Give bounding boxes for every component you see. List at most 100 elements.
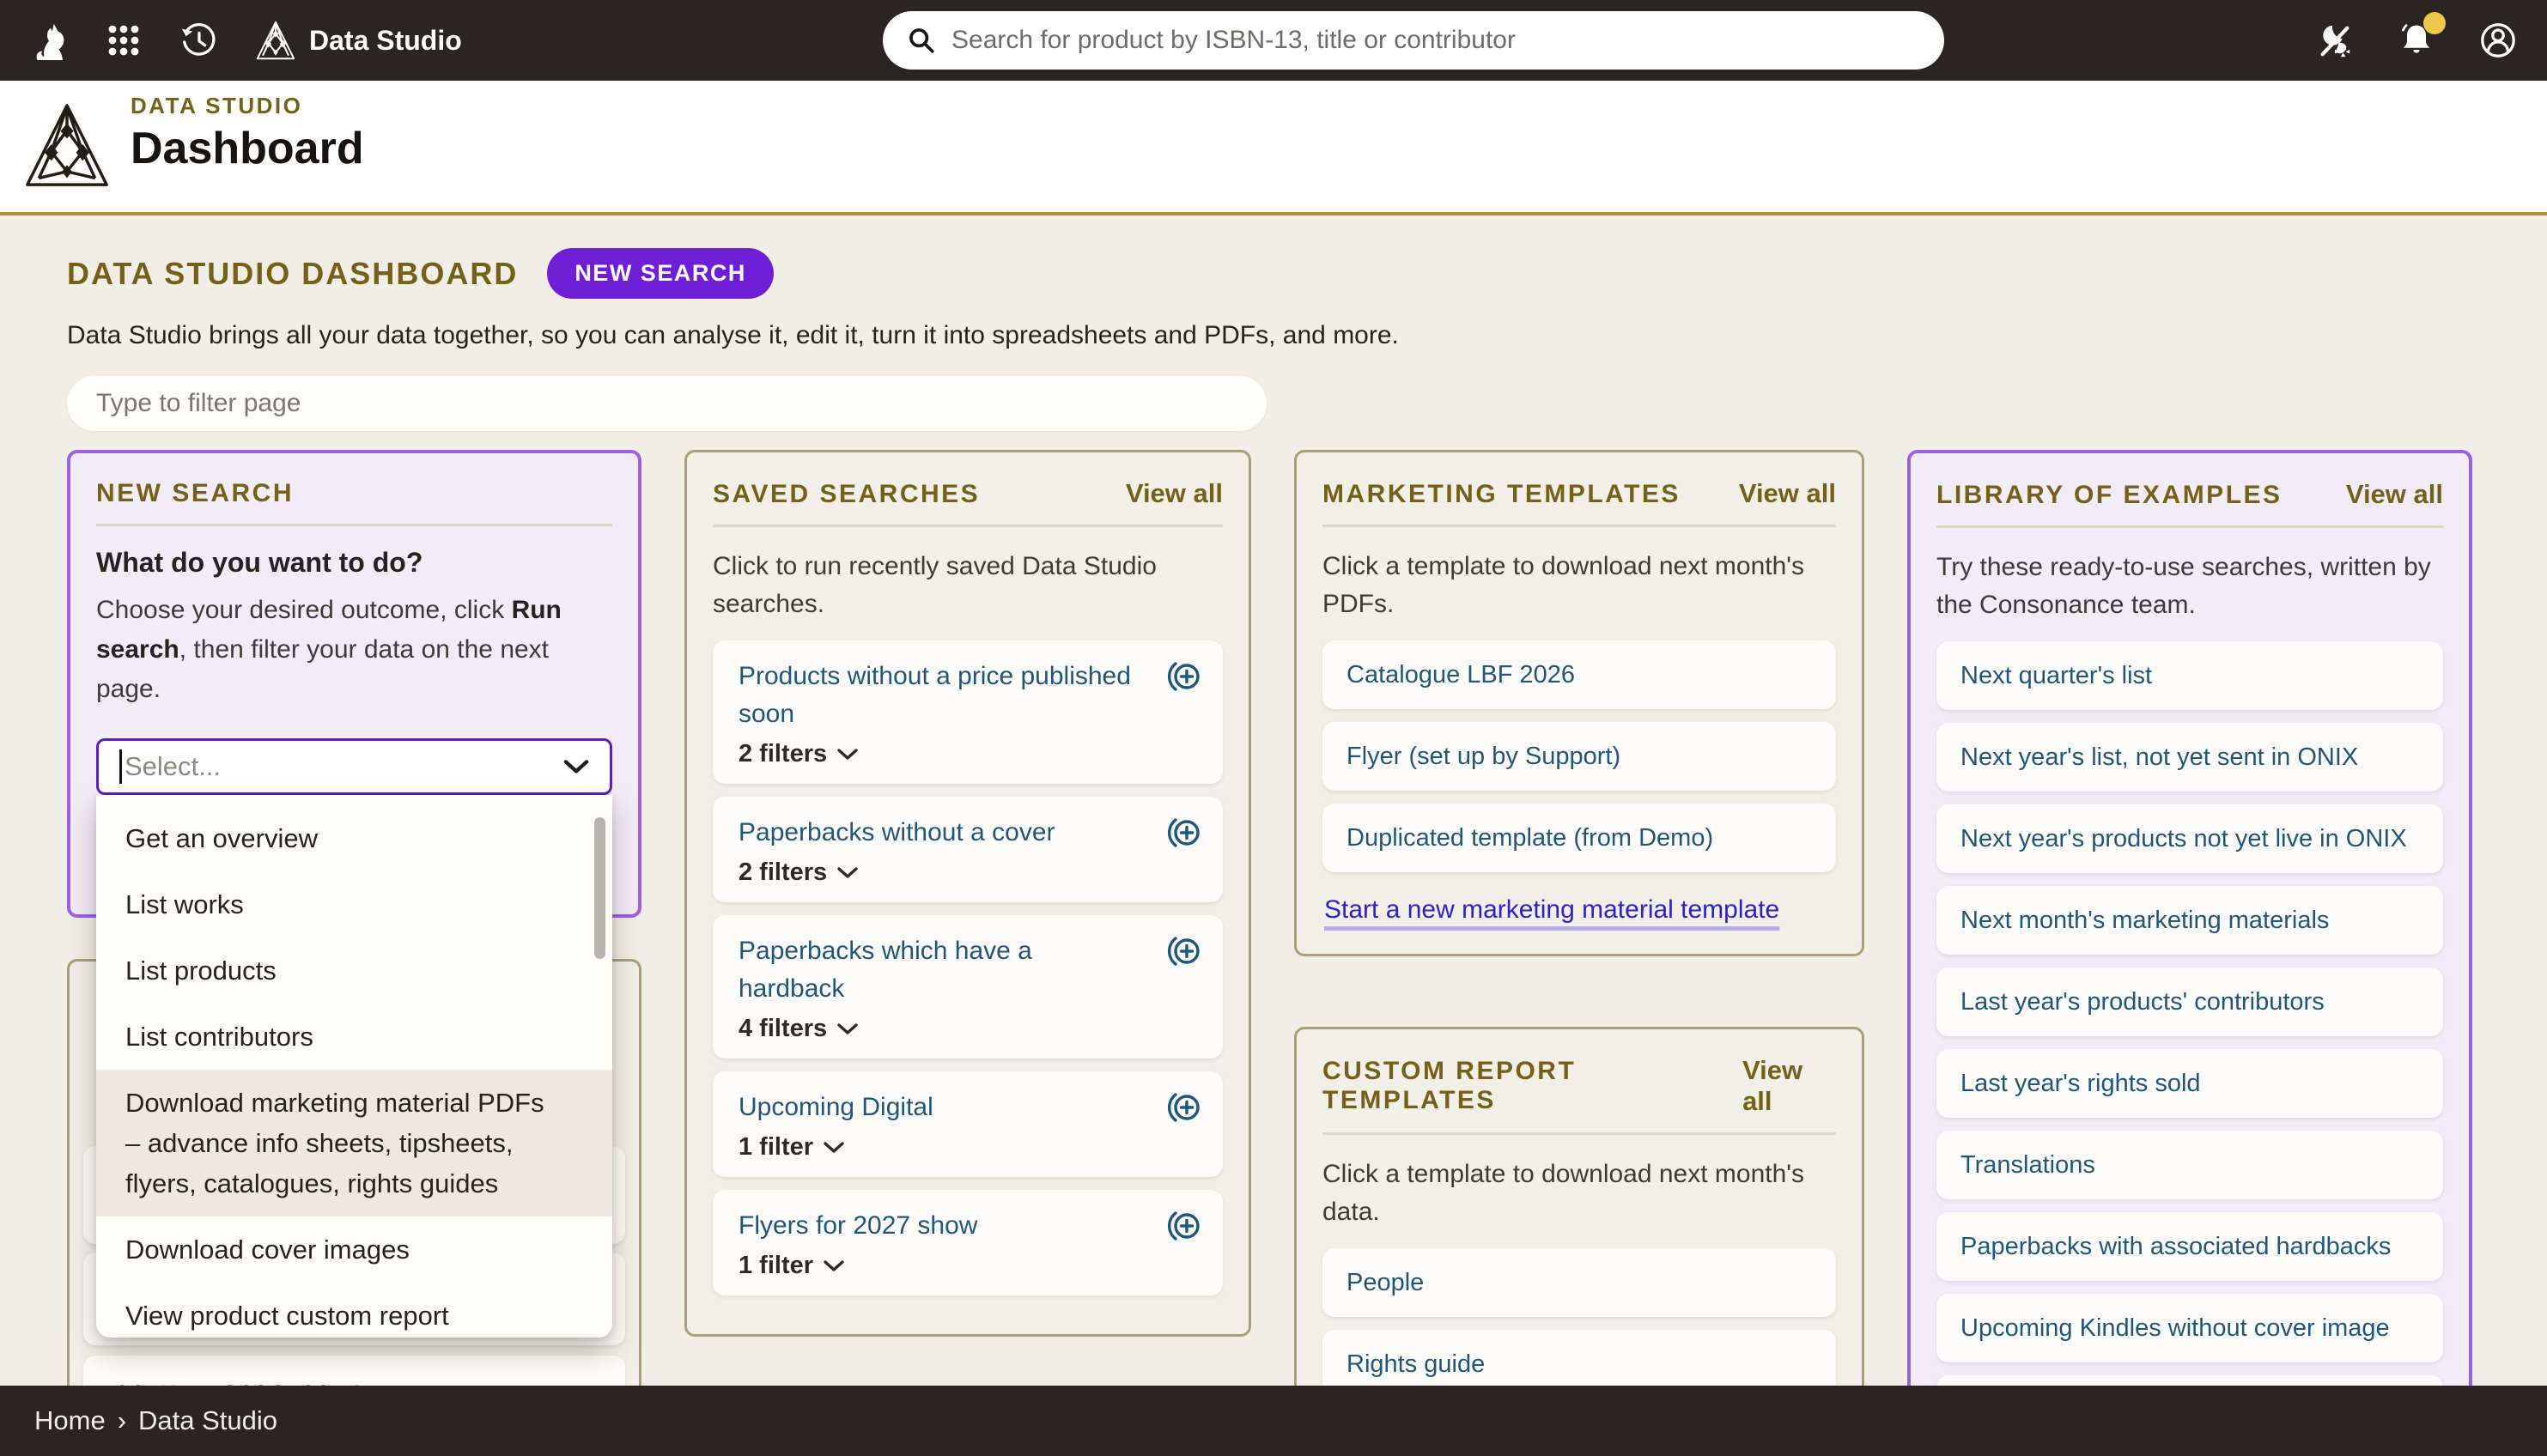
- saved-search-link[interactable]: Products without a price published soon: [739, 658, 1137, 733]
- chevron-down-icon: [824, 1142, 844, 1154]
- outcome-select-placeholder: Select...: [125, 751, 221, 782]
- marketing-templates-view-all-link[interactable]: View all: [1739, 478, 1836, 509]
- run-in-new-plus-icon[interactable]: [1163, 812, 1204, 853]
- saved-searches-view-all-link[interactable]: View all: [1126, 478, 1223, 509]
- example-search-item[interactable]: Paperbacks with associated hardbacks: [1936, 1212, 2443, 1281]
- outcome-select[interactable]: Select...: [96, 738, 612, 795]
- cards-row: NEW SEARCH What do you want to do? Choos…: [67, 450, 2547, 1456]
- marketing-templates-card: MARKETING TEMPLATES View all Click a tem…: [1294, 450, 1864, 956]
- dropdown-option[interactable]: Get an overview: [96, 805, 612, 871]
- chevron-down-icon: [837, 749, 858, 761]
- template-link[interactable]: Duplicated template (from Demo): [1346, 819, 1812, 857]
- dropdown-option[interactable]: View product custom report: [96, 1283, 612, 1338]
- run-in-new-plus-icon[interactable]: [1163, 1205, 1204, 1247]
- cat-icon[interactable]: [29, 21, 69, 60]
- template-item[interactable]: Duplicated template (from Demo): [1322, 804, 1836, 872]
- dropdown-option[interactable]: List products: [96, 937, 612, 1004]
- example-search-item[interactable]: Last year's rights sold: [1936, 1049, 2443, 1118]
- saved-search-item[interactable]: Paperbacks without a cover 2 filters: [713, 797, 1223, 902]
- template-item[interactable]: Flyer (set up by Support): [1322, 722, 1836, 791]
- filters-toggle[interactable]: 2 filters: [739, 740, 1137, 768]
- example-search-item[interactable]: Next month's marketing materials: [1936, 886, 2443, 955]
- page-header: DATA STUDIO Dashboard: [0, 81, 2547, 215]
- card-divider: [713, 525, 1223, 527]
- card-divider: [1936, 525, 2443, 528]
- example-search-link[interactable]: Last year's rights sold: [1960, 1065, 2419, 1102]
- page-title: Dashboard: [131, 123, 364, 174]
- run-in-new-plus-icon[interactable]: [1163, 656, 1204, 697]
- example-search-item[interactable]: Upcoming Kindles without cover image: [1936, 1294, 2443, 1362]
- dashboard-heading: DATA STUDIO DASHBOARD: [67, 256, 518, 292]
- theme-toggle-icon[interactable]: [2315, 21, 2355, 60]
- start-marketing-template-link[interactable]: Start a new marketing material template: [1324, 895, 1779, 925]
- saved-search-item[interactable]: Flyers for 2027 show 1 filter: [713, 1190, 1223, 1295]
- apps-grid-icon[interactable]: [106, 23, 141, 58]
- example-search-link[interactable]: Last year's products' contributors: [1960, 983, 2419, 1021]
- data-studio-logo-icon[interactable]: [256, 21, 295, 60]
- chevron-down-icon: [837, 867, 858, 879]
- saved-search-item[interactable]: Upcoming Digital 1 filter: [713, 1071, 1223, 1177]
- dropdown-option-highlighted[interactable]: Download marketing material PDFs – advan…: [96, 1070, 612, 1216]
- saved-search-link[interactable]: Upcoming Digital: [739, 1089, 1137, 1126]
- breadcrumb-bar: Home › Data Studio: [0, 1386, 2547, 1456]
- template-item[interactable]: People: [1322, 1248, 1836, 1317]
- outcome-question: What do you want to do?: [96, 547, 612, 579]
- breadcrumb-home-link[interactable]: Home: [34, 1405, 106, 1436]
- example-search-item[interactable]: Next year's products not yet live in ONI…: [1936, 804, 2443, 873]
- card-divider: [1322, 1132, 1836, 1135]
- example-search-item[interactable]: Next year's list, not yet sent in ONIX: [1936, 723, 2443, 792]
- example-search-item[interactable]: Last year's products' contributors: [1936, 968, 2443, 1036]
- filters-toggle[interactable]: 1 filter: [739, 1252, 1137, 1280]
- history-icon[interactable]: [179, 21, 218, 60]
- notifications-bell-icon[interactable]: [2398, 21, 2435, 60]
- text-caret: [119, 749, 122, 784]
- example-search-link[interactable]: Next quarter's list: [1960, 657, 2419, 695]
- template-link[interactable]: Rights guide: [1346, 1345, 1812, 1383]
- example-search-link[interactable]: Upcoming Kindles without cover image: [1960, 1309, 2419, 1347]
- topbar-right: [2315, 0, 2518, 81]
- example-search-item[interactable]: Next quarter's list: [1936, 641, 2443, 710]
- saved-search-link[interactable]: Flyers for 2027 show: [739, 1207, 1137, 1245]
- saved-search-item[interactable]: Products without a price published soon …: [713, 640, 1223, 784]
- example-search-link[interactable]: Translations: [1960, 1146, 2419, 1184]
- chevron-down-icon: [563, 760, 589, 774]
- dashboard-content: DATA STUDIO DASHBOARD NEW SEARCH Data St…: [0, 248, 2547, 1456]
- saved-search-link[interactable]: Paperbacks which have a hardback: [739, 932, 1137, 1008]
- new-search-button[interactable]: NEW SEARCH: [547, 248, 774, 299]
- saved-searches-card: SAVED SEARCHES View all Click to run rec…: [684, 450, 1251, 1337]
- library-view-all-link[interactable]: View all: [2346, 479, 2443, 510]
- topbar-left: Data Studio: [29, 0, 462, 81]
- masthead-logo-icon: [24, 89, 110, 201]
- example-search-item[interactable]: Translations: [1936, 1131, 2443, 1199]
- intro-text: Data Studio brings all your data togethe…: [67, 321, 2547, 350]
- custom-report-description: Click a template to download next month'…: [1322, 1156, 1836, 1231]
- global-search-input[interactable]: [950, 25, 1936, 56]
- run-in-new-plus-icon[interactable]: [1163, 931, 1204, 972]
- custom-report-templates-title: CUSTOM REPORT TEMPLATES: [1322, 1057, 1742, 1115]
- template-link[interactable]: People: [1346, 1264, 1812, 1301]
- saved-search-link[interactable]: Paperbacks without a cover: [739, 814, 1137, 852]
- card-divider: [1322, 525, 1836, 527]
- topbar-brand: Data Studio: [256, 21, 462, 60]
- template-item[interactable]: Catalogue LBF 2026: [1322, 640, 1836, 709]
- account-icon[interactable]: [2478, 21, 2518, 60]
- filters-toggle[interactable]: 2 filters: [739, 858, 1137, 887]
- dropdown-option[interactable]: List contributors: [96, 1004, 612, 1070]
- run-in-new-plus-icon[interactable]: [1163, 1087, 1204, 1128]
- template-link[interactable]: Catalogue LBF 2026: [1346, 656, 1812, 694]
- template-link[interactable]: Flyer (set up by Support): [1346, 737, 1812, 775]
- library-of-examples-card: LIBRARY OF EXAMPLES View all Try these r…: [1907, 450, 2472, 1456]
- filters-toggle[interactable]: 4 filters: [739, 1015, 1137, 1043]
- example-search-link[interactable]: Paperbacks with associated hardbacks: [1960, 1228, 2419, 1265]
- dropdown-scrollbar-thumb[interactable]: [594, 817, 605, 959]
- filters-toggle[interactable]: 1 filter: [739, 1133, 1137, 1162]
- custom-report-view-all-link[interactable]: View all: [1742, 1055, 1836, 1117]
- example-search-link[interactable]: Next year's list, not yet sent in ONIX: [1960, 738, 2419, 776]
- example-search-link[interactable]: Next month's marketing materials: [1960, 901, 2419, 939]
- dropdown-option[interactable]: Download cover images: [96, 1216, 612, 1283]
- example-search-link[interactable]: Next year's products not yet live in ONI…: [1960, 820, 2419, 858]
- page-filter-input[interactable]: [67, 376, 1267, 431]
- dropdown-option[interactable]: List works: [96, 871, 612, 937]
- saved-search-item[interactable]: Paperbacks which have a hardback 4 filte…: [713, 915, 1223, 1059]
- library-title: LIBRARY OF EXAMPLES: [1936, 481, 2283, 510]
